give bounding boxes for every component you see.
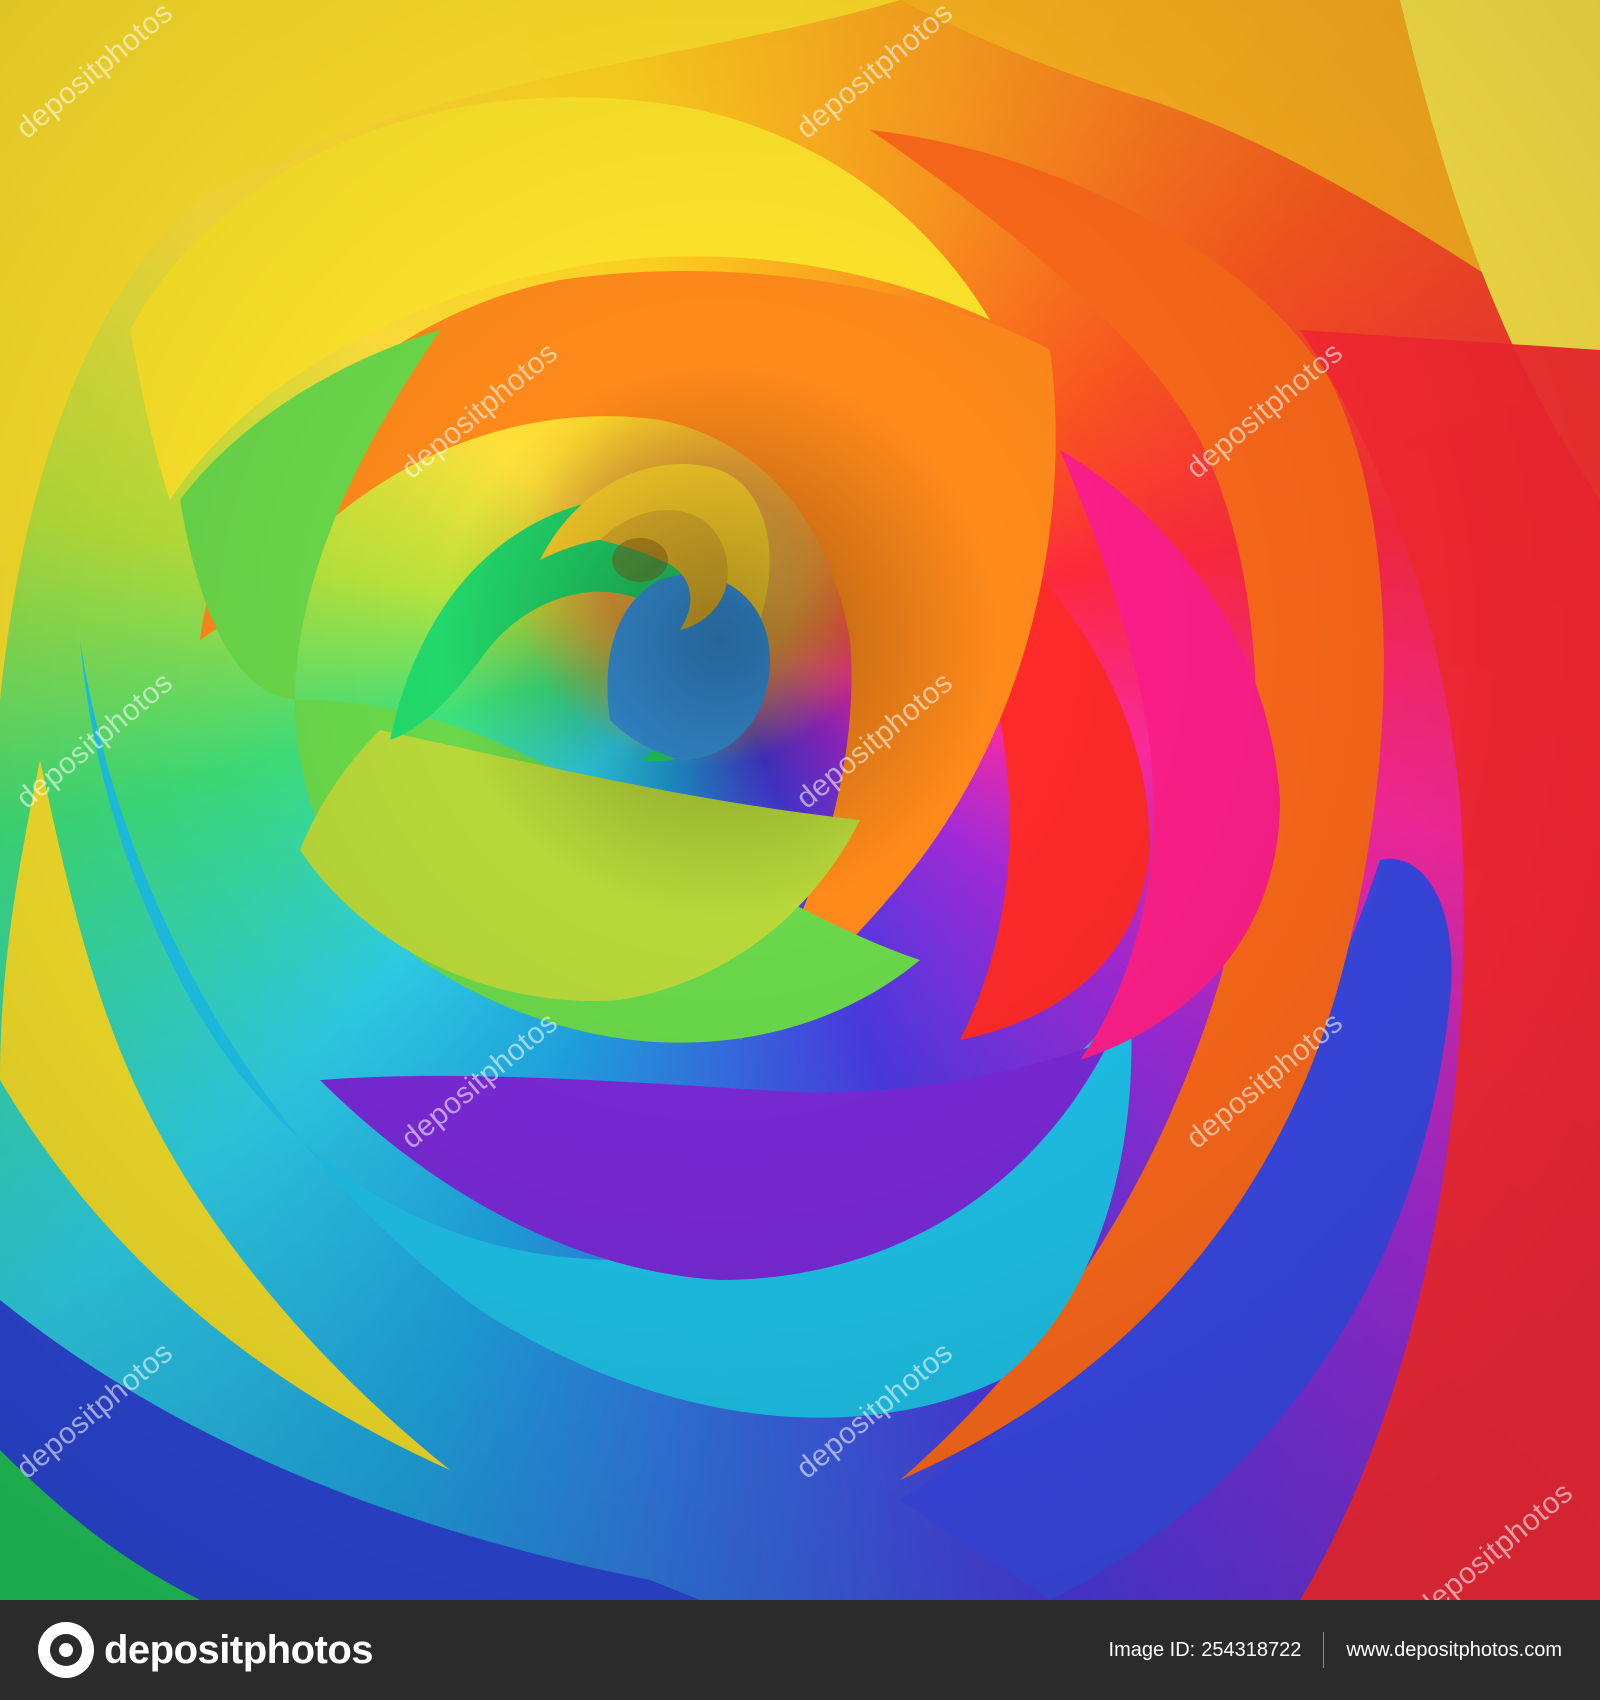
rose-petals-illustration — [0, 0, 1600, 1600]
footer-bar: depositphotos Image ID: 254318722 www.de… — [0, 1600, 1600, 1700]
depositphotos-logo[interactable]: depositphotos — [38, 1620, 374, 1680]
rainbow-rose-photo: depositphotos depositphotos depositphoto… — [0, 0, 1600, 1600]
image-id-value: 254318722 — [1201, 1638, 1302, 1661]
image-meta: Image ID: 254318722 www.depositphotos.co… — [1109, 1600, 1562, 1700]
site-url-link[interactable]: www.depositphotos.com — [1346, 1639, 1562, 1662]
meta-divider — [1323, 1632, 1325, 1668]
image-id-label: Image ID: — [1108, 1638, 1196, 1661]
logo-text: depositphotos — [104, 1627, 374, 1672]
logo-icon — [38, 1622, 94, 1678]
